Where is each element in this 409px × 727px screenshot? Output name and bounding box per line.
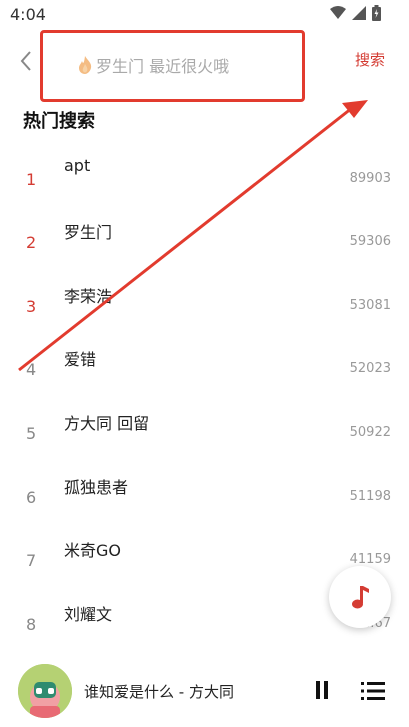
- search-count: 53081: [349, 298, 391, 313]
- status-icons: [330, 5, 381, 21]
- rank-number: 2: [26, 233, 37, 252]
- flame-icon: [79, 56, 92, 74]
- music-fab-button[interactable]: [329, 566, 391, 628]
- annotation-arrow-head: [342, 100, 368, 118]
- search-placeholder: 罗生门 最近很火哦: [96, 57, 230, 76]
- music-note-icon: [352, 586, 369, 609]
- wifi-icon: [330, 6, 346, 19]
- playlist-icon: [361, 682, 385, 700]
- hot-search-item[interactable]: 2 罗生门 59306: [0, 213, 409, 273]
- search-count: 50922: [349, 425, 391, 440]
- rank-number: 3: [26, 297, 37, 316]
- playlist-button[interactable]: [361, 680, 385, 702]
- search-input[interactable]: 罗生门 最近很火哦: [40, 30, 305, 102]
- search-term: apt: [64, 156, 91, 175]
- hot-search-item[interactable]: 1 apt 89903: [0, 150, 409, 210]
- search-term: 方大同 回留: [64, 414, 150, 433]
- now-playing-title: 谁知爱是什么 - 方大同: [84, 683, 234, 701]
- search-hint: 罗生门 最近很火哦: [76, 53, 229, 77]
- album-cover-image: [18, 664, 72, 718]
- pause-icon: [316, 681, 328, 699]
- hot-search-title: 热门搜索: [23, 111, 95, 132]
- search-count: 59306: [349, 234, 391, 249]
- pause-button[interactable]: [311, 678, 333, 702]
- search-term: 罗生门: [64, 223, 113, 242]
- rank-number: 8: [26, 615, 37, 634]
- search-term: 爱错: [64, 350, 97, 369]
- search-count: 51198: [349, 489, 391, 504]
- back-button[interactable]: [14, 46, 42, 76]
- search-header: 罗生门 最近很火哦 搜索: [0, 30, 409, 102]
- rank-number: 7: [26, 551, 37, 570]
- rank-number: 5: [26, 424, 37, 443]
- hot-search-item[interactable]: 4 爱错 52023: [0, 340, 409, 400]
- signal-icon: [352, 6, 366, 20]
- search-term: 米奇GO: [64, 541, 121, 560]
- search-term: 刘耀文: [64, 605, 113, 624]
- mini-player: 谁知爱是什么 - 方大同: [0, 655, 409, 727]
- search-term: 孤独患者: [64, 478, 129, 497]
- hot-search-item[interactable]: 3 李荣浩 53081: [0, 277, 409, 337]
- chevron-left-icon: [20, 51, 31, 71]
- rank-number: 4: [26, 360, 37, 379]
- search-button[interactable]: 搜索: [355, 49, 385, 70]
- hot-search-item[interactable]: 5 方大同 回留 50922: [0, 404, 409, 464]
- battery-icon: [372, 5, 381, 21]
- status-time: 4:04: [10, 5, 46, 24]
- rank-number: 1: [26, 170, 37, 189]
- search-count: 89903: [349, 171, 391, 186]
- search-count: 41159: [349, 552, 391, 567]
- rank-number: 6: [26, 488, 37, 507]
- album-art[interactable]: [18, 664, 72, 718]
- hot-search-item[interactable]: 6 孤独患者 51198: [0, 468, 409, 528]
- search-count: 52023: [349, 361, 391, 376]
- status-bar: 4:04: [0, 0, 409, 30]
- search-term: 李荣浩: [64, 287, 113, 306]
